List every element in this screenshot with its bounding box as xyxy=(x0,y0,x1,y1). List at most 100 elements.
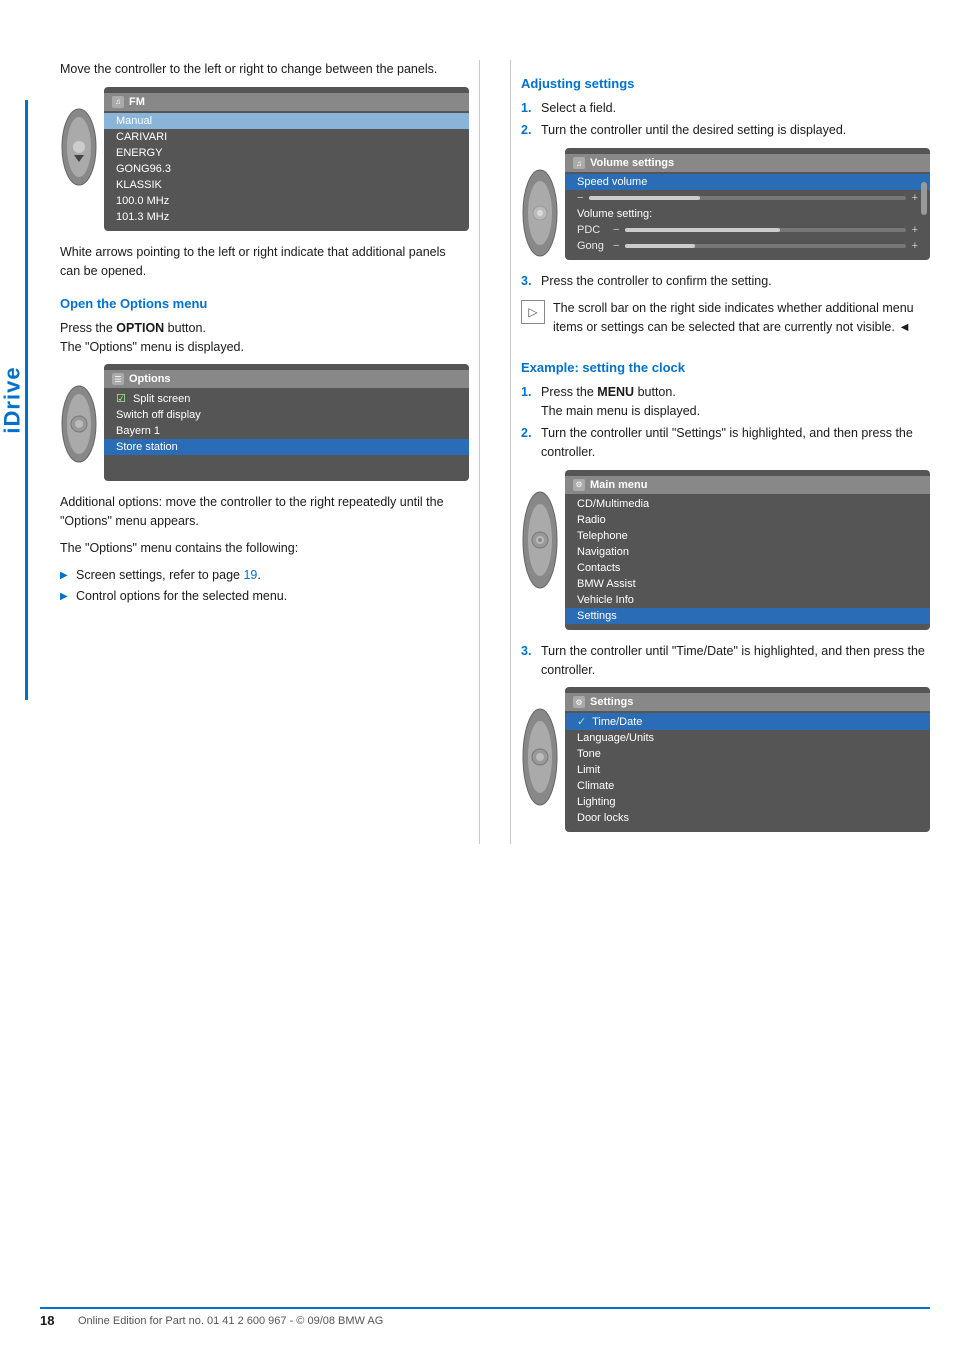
volume-setting-label: Volume setting: xyxy=(565,206,930,222)
pdc-row: PDC − + xyxy=(565,222,930,238)
controller-icon xyxy=(60,107,98,187)
controller-options-icon xyxy=(60,384,98,464)
main-menu-row-3: Navigation xyxy=(565,544,930,560)
open-options-paragraph: Press the OPTION button. The "Options" m… xyxy=(60,319,469,357)
fm-screen-container: ♫ FM Manual CARIVARI ENERGY GONG96.3 KLA… xyxy=(104,87,469,231)
page-number: 18 xyxy=(40,1313,70,1328)
controller-left xyxy=(60,87,98,187)
main-menu-row-2: Telephone xyxy=(565,528,930,544)
example-heading: Example: setting the clock xyxy=(521,358,930,378)
fm-screen-section: ♫ FM Manual CARIVARI ENERGY GONG96.3 KLA… xyxy=(60,87,469,231)
main-menu-row-0: CD/Multimedia xyxy=(565,496,930,512)
arrows-note: White arrows pointing to the left or rig… xyxy=(60,243,469,281)
additional-options-text: Additional options: move the controller … xyxy=(60,493,469,531)
volume-title: Volume settings xyxy=(590,157,674,169)
intro-text: Move the controller to the left or right… xyxy=(60,60,469,79)
note-triangle-icon xyxy=(521,300,545,324)
settings-row-0: ✓ Time/Date xyxy=(565,713,930,730)
speed-bar-fill xyxy=(589,196,700,200)
bullet-text-0: Screen settings, refer to page 19. xyxy=(76,566,261,585)
scroll-indicator xyxy=(921,182,927,216)
settings-title-bar: ⚙ Settings xyxy=(565,693,930,711)
options-row-3: Store station xyxy=(104,439,469,455)
bullet-item-1: ▶ Control options for the selected menu. xyxy=(60,587,469,606)
step3-clock-list: 3. Turn the controller until "Time/Date"… xyxy=(521,642,930,680)
main-menu-row-4: Contacts xyxy=(565,560,930,576)
fm-title-bar: ♫ FM xyxy=(104,93,469,111)
options-row-1: Switch off display xyxy=(104,407,469,423)
left-column: Move the controller to the left or right… xyxy=(60,60,480,844)
fm-row-2: ENERGY xyxy=(104,145,469,161)
settings-row-5: Lighting xyxy=(565,794,930,810)
step3-list: 3. Press the controller to confirm the s… xyxy=(521,272,930,291)
main-menu-icon: ⚙ xyxy=(573,479,585,491)
scroll-note-text: The scroll bar on the right side indicat… xyxy=(553,299,930,337)
idrive-sidebar-tab: iDrive xyxy=(0,100,28,700)
step3-clock-item: 3. Turn the controller until "Time/Date"… xyxy=(521,642,930,680)
volume-screen: ♫ Volume settings Speed volume − + xyxy=(565,148,930,260)
pdc-bar-fill xyxy=(625,228,779,232)
options-screen-section: ☰ Options ☑ Split screen Switch off disp… xyxy=(60,364,469,481)
volume-screen-container: ♫ Volume settings Speed volume − + xyxy=(565,148,930,260)
fm-icon: ♫ xyxy=(112,96,124,108)
settings-icon: ⚙ xyxy=(573,696,585,708)
page-link-19[interactable]: 19 xyxy=(243,568,257,582)
adjusting-steps-list: 1. Select a field. 2. Turn the controlle… xyxy=(521,99,930,141)
settings-screen-section: ⚙ Settings ✓ Time/Date Language/Units To… xyxy=(521,687,930,832)
example-step-1-text: Press the MENU button.The main menu is d… xyxy=(541,383,700,421)
speed-bar-track xyxy=(589,196,905,200)
example-steps-list: 1. Press the MENU button.The main menu i… xyxy=(521,383,930,462)
options-icon: ☰ xyxy=(112,373,124,385)
footer-text: Online Edition for Part no. 01 41 2 600 … xyxy=(78,1315,383,1327)
settings-row-1: Language/Units xyxy=(565,730,930,746)
fm-row-5: 100.0 MHz xyxy=(104,193,469,209)
controller-settings-icon xyxy=(521,707,559,807)
fm-row-6: 101.3 MHz xyxy=(104,209,469,225)
example-step-2: 2. Turn the controller until "Settings" … xyxy=(521,424,930,462)
main-menu-title-bar: ⚙ Main menu xyxy=(565,476,930,494)
main-menu-screen-section: ⚙ Main menu CD/Multimedia Radio Telephon… xyxy=(521,470,930,630)
main-menu-row-6: Vehicle Info xyxy=(565,592,930,608)
options-screen: ☰ Options ☑ Split screen Switch off disp… xyxy=(104,364,469,481)
bullet-arrow-1: ▶ xyxy=(60,589,70,604)
scroll-note-box: The scroll bar on the right side indicat… xyxy=(521,299,930,345)
fm-row-4: KLASSIK xyxy=(104,177,469,193)
main-menu-screen-container: ⚙ Main menu CD/Multimedia Radio Telephon… xyxy=(565,470,930,630)
bullet-arrow-0: ▶ xyxy=(60,568,70,583)
adjusting-step-2: 2. Turn the controller until the desired… xyxy=(521,121,930,140)
menu-bold: MENU xyxy=(597,385,634,399)
options-row-0: ☑ Split screen xyxy=(104,390,469,407)
option-bold: OPTION xyxy=(116,321,164,335)
right-column: Adjusting settings 1. Select a field. 2.… xyxy=(510,60,930,844)
options-title-bar: ☰ Options xyxy=(104,370,469,388)
controller-options xyxy=(60,364,98,464)
bullet-text-1: Control options for the selected menu. xyxy=(76,587,287,606)
controller-main-menu xyxy=(521,470,559,590)
settings-row-2: Tone xyxy=(565,746,930,762)
adjusting-settings-heading: Adjusting settings xyxy=(521,74,930,94)
gong-bar-track xyxy=(625,244,905,248)
speed-volume-row: Speed volume xyxy=(565,174,930,190)
main-menu-title: Main menu xyxy=(590,479,647,491)
contains-text: The "Options" menu contains the followin… xyxy=(60,539,469,558)
options-menu-displayed: The "Options" menu is displayed. xyxy=(60,340,244,354)
settings-screen: ⚙ Settings ✓ Time/Date Language/Units To… xyxy=(565,687,930,832)
settings-screen-container: ⚙ Settings ✓ Time/Date Language/Units To… xyxy=(565,687,930,832)
volume-icon: ♫ xyxy=(573,157,585,169)
settings-row-4: Climate xyxy=(565,778,930,794)
fm-row-3: GONG96.3 xyxy=(104,161,469,177)
controller-volume-icon xyxy=(521,168,559,258)
gong-bar-fill xyxy=(625,244,695,248)
fm-screen: ♫ FM Manual CARIVARI ENERGY GONG96.3 KLA… xyxy=(104,87,469,231)
main-menu-row-5: BMW Assist xyxy=(565,576,930,592)
fm-row-1: CARIVARI xyxy=(104,129,469,145)
main-menu-row-1: Radio xyxy=(565,512,930,528)
speed-volume-bar: − + xyxy=(565,190,930,206)
fm-title: FM xyxy=(129,96,145,108)
idrive-label: iDrive xyxy=(0,366,26,433)
gong-row: Gong − + xyxy=(565,238,930,254)
options-screen-container: ☰ Options ☑ Split screen Switch off disp… xyxy=(104,364,469,481)
main-menu-row-7: Settings xyxy=(565,608,930,624)
controller-main-menu-icon xyxy=(521,490,559,590)
page-footer: 18 Online Edition for Part no. 01 41 2 6… xyxy=(40,1307,930,1328)
